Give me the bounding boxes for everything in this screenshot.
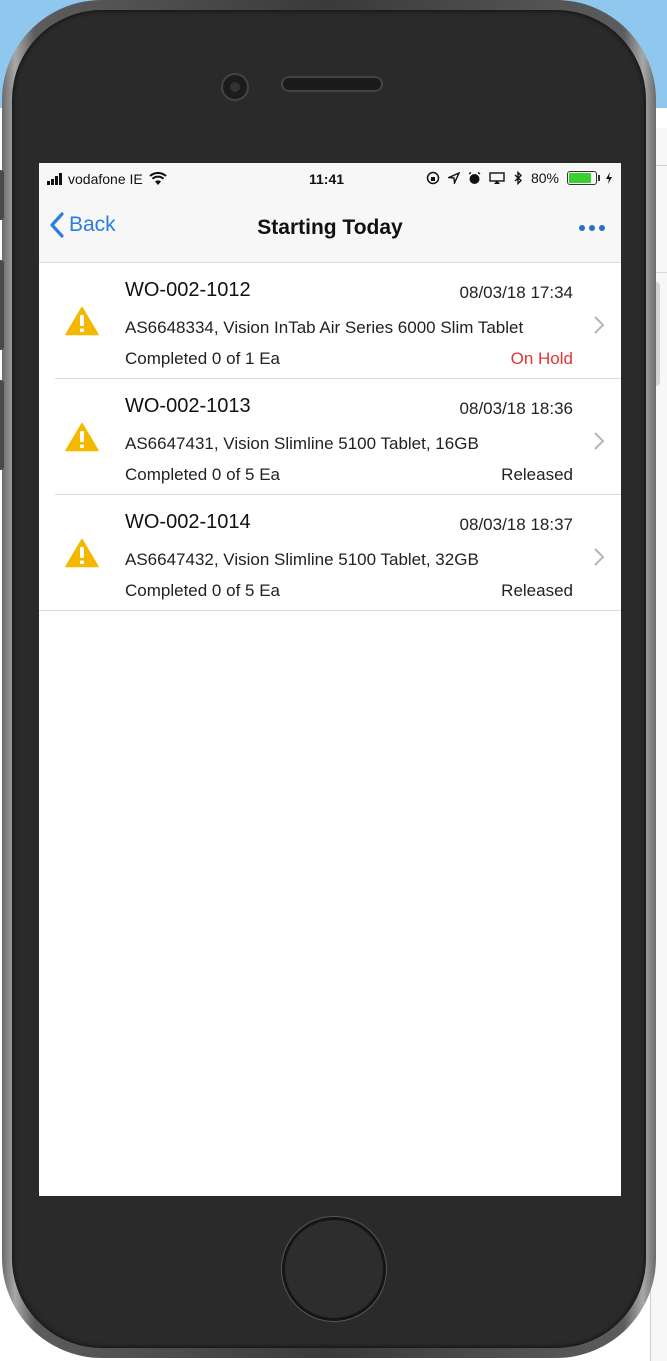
work-order-id: WO-002-1012 xyxy=(125,279,251,301)
work-order-list: WO-002-1012 08/03/18 17:34 AS6648334, Vi… xyxy=(39,263,621,611)
work-order-id: WO-002-1014 xyxy=(125,511,251,533)
status-bar: vodafone IE 11:41 80% xyxy=(39,163,621,197)
carrier-label: vodafone IE xyxy=(68,171,143,187)
chevron-right-icon xyxy=(594,548,605,566)
airplay-icon xyxy=(489,171,505,184)
more-options-button[interactable] xyxy=(579,225,605,231)
status-badge: Released xyxy=(501,581,573,600)
row-divider xyxy=(39,610,621,611)
list-item[interactable]: WO-002-1014 08/03/18 18:37 AS6647432, Vi… xyxy=(39,495,621,611)
chevron-right-icon xyxy=(594,316,605,334)
more-dots-icon xyxy=(579,225,585,231)
work-order-progress: Completed 0 of 5 Ea xyxy=(125,581,280,600)
front-camera xyxy=(221,73,249,101)
list-item[interactable]: WO-002-1012 08/03/18 17:34 AS6648334, Vi… xyxy=(39,263,621,379)
orientation-lock-icon xyxy=(426,171,440,185)
page-title: Starting Today xyxy=(257,216,403,239)
location-icon xyxy=(447,172,460,184)
status-right: 80% xyxy=(426,170,613,186)
work-order-datetime: 08/03/18 17:34 xyxy=(459,283,573,302)
status-badge: Released xyxy=(501,465,573,484)
warning-triangle-icon xyxy=(65,306,99,336)
home-button[interactable] xyxy=(282,1217,386,1321)
volume-up-button xyxy=(0,260,4,350)
battery-icon xyxy=(567,171,600,185)
chevron-right-icon xyxy=(594,432,605,450)
phone-screen: vodafone IE 11:41 80% Back Starting Toda… xyxy=(39,163,621,1196)
status-time: 11:41 xyxy=(309,171,345,187)
status-badge: On Hold xyxy=(510,349,573,368)
work-order-datetime: 08/03/18 18:36 xyxy=(459,399,573,418)
work-order-description: AS6648334, Vision InTab Air Series 6000 … xyxy=(125,318,524,337)
signal-icon xyxy=(47,173,62,185)
work-order-progress: Completed 0 of 5 Ea xyxy=(125,465,280,484)
mute-switch xyxy=(0,170,4,220)
wifi-icon xyxy=(149,172,167,185)
bluetooth-icon xyxy=(514,171,522,185)
work-order-description: AS6647432, Vision Slimline 5100 Tablet, … xyxy=(125,550,479,569)
alarm-icon xyxy=(468,171,481,184)
work-order-datetime: 08/03/18 18:37 xyxy=(459,515,573,534)
navigation-bar: Back Starting Today xyxy=(39,197,621,263)
battery-percent: 80% xyxy=(530,170,559,186)
volume-down-button xyxy=(0,380,4,470)
work-order-progress: Completed 0 of 1 Ea xyxy=(125,349,280,368)
status-left: vodafone IE xyxy=(47,171,167,187)
work-order-id: WO-002-1013 xyxy=(125,395,251,417)
list-item[interactable]: WO-002-1013 08/03/18 18:36 AS6647431, Vi… xyxy=(39,379,621,495)
warning-triangle-icon xyxy=(65,422,99,452)
warning-triangle-icon xyxy=(65,538,99,568)
work-order-description: AS6647431, Vision Slimline 5100 Tablet, … xyxy=(125,434,479,453)
charging-icon xyxy=(606,172,612,184)
earpiece-speaker xyxy=(281,76,383,92)
